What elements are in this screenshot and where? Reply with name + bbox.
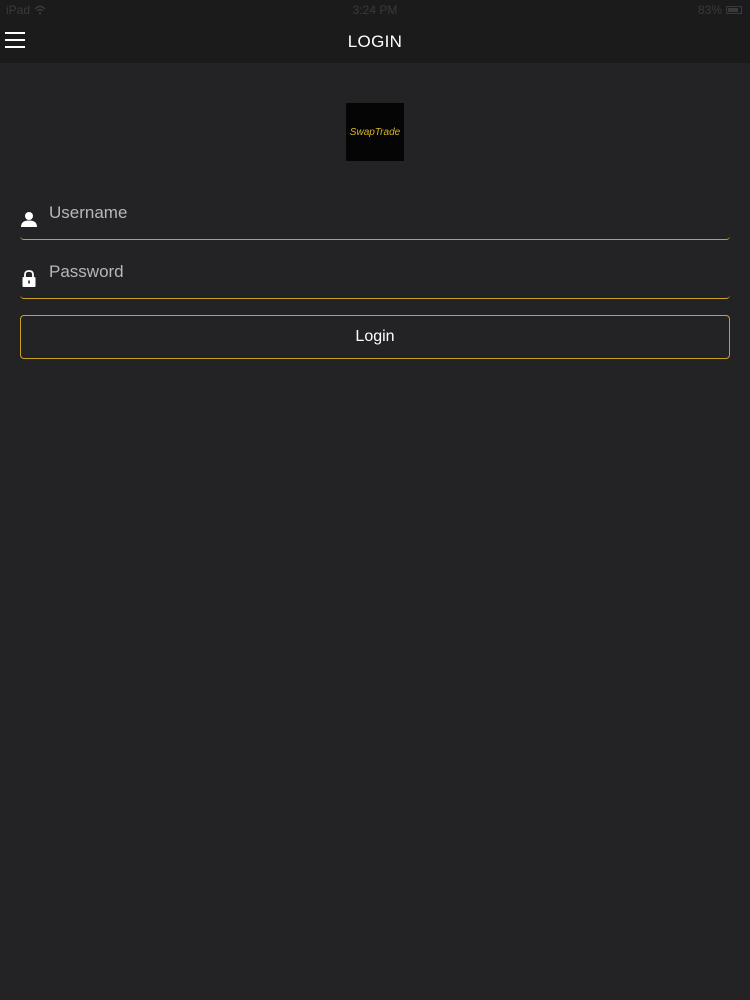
password-field [20, 253, 730, 299]
page-title: LOGIN [347, 32, 403, 51]
username-input[interactable] [49, 200, 719, 226]
battery-icon [726, 6, 742, 14]
login-button[interactable]: Login [20, 315, 730, 359]
status-right: 83% [698, 3, 742, 17]
password-input[interactable] [49, 259, 719, 285]
battery-percent: 83% [697, 3, 722, 17]
username-field [20, 194, 730, 240]
status-bar: iPad 3:24 PM 83% [0, 0, 750, 20]
status-time: 3:24 PM [352, 3, 398, 17]
app-logo: SwapTrade [346, 103, 404, 161]
logo-text: SwapTrade [349, 126, 401, 138]
lock-icon [22, 270, 36, 287]
user-icon [21, 212, 37, 227]
navigation-bar: LOGIN [0, 20, 750, 63]
